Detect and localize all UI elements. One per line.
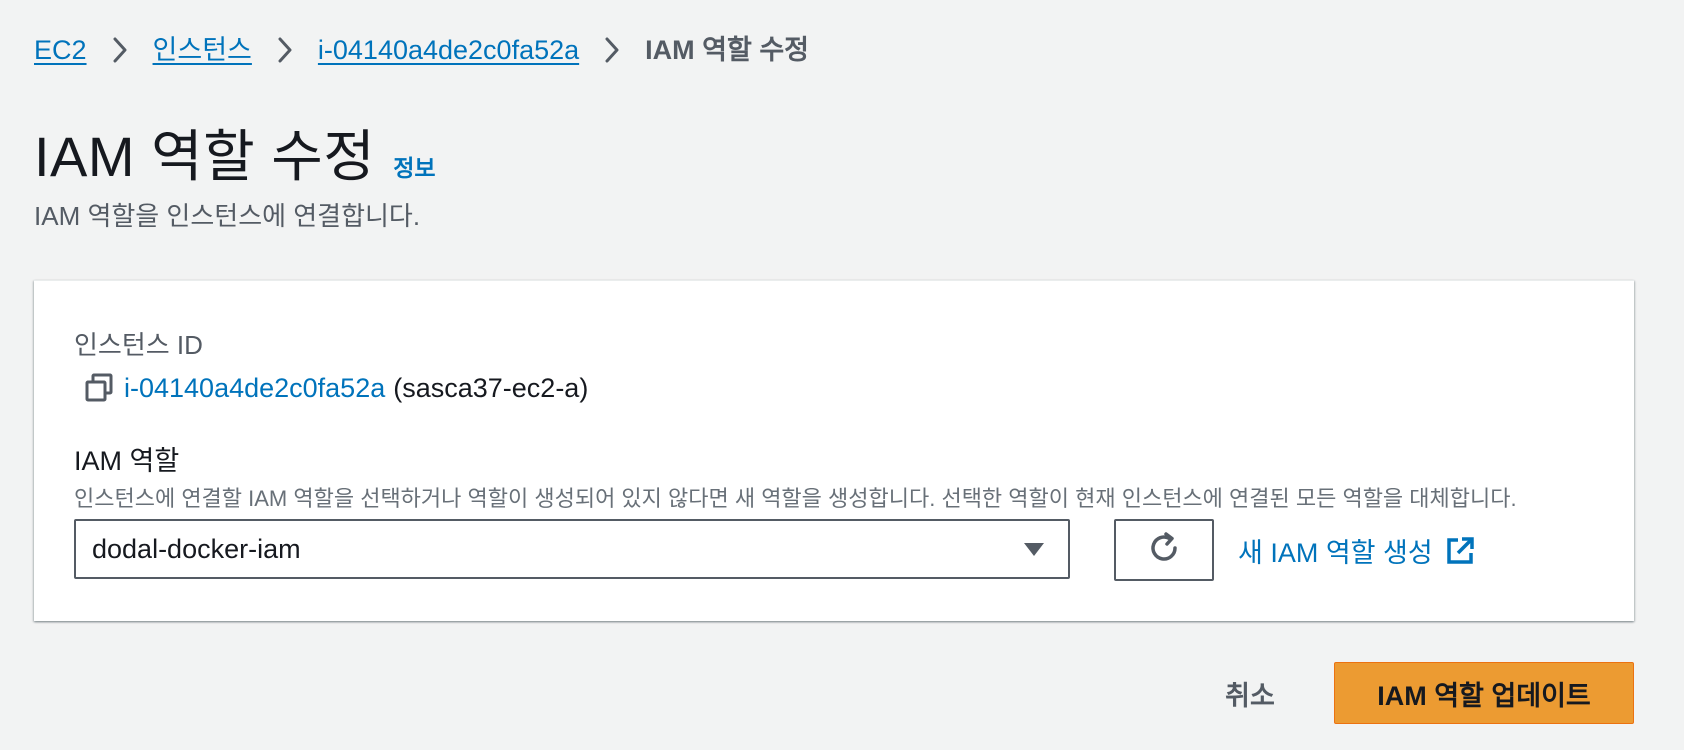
external-link-icon (1445, 536, 1475, 566)
iam-role-selected-value: dodal-docker-iam (92, 533, 301, 564)
chevron-right-icon (87, 30, 153, 70)
iam-role-description: 인스턴스에 연결할 IAM 역할을 선택하거나 역할이 생성되어 있지 않다면 … (74, 486, 1517, 511)
cancel-button[interactable]: 취소 (1205, 662, 1295, 724)
create-iam-role-label: 새 IAM 역할 생성 (1238, 538, 1433, 568)
breadcrumb-current: IAM 역할 수정 (645, 35, 809, 65)
instance-id-label: 인스턴스 ID (74, 330, 203, 360)
breadcrumb-ec2[interactable]: EC2 (34, 30, 87, 70)
iam-role-label: IAM 역할 (74, 446, 180, 476)
instance-id-link[interactable]: i-04140a4de2c0fa52a (124, 373, 385, 404)
create-iam-role-link[interactable]: 새 IAM 역할 생성 (1238, 531, 1475, 570)
instance-id-row: i-04140a4de2c0fa52a (sasca37-ec2-a) (82, 371, 588, 405)
breadcrumb-instance-id[interactable]: i-04140a4de2c0fa52a (318, 30, 579, 70)
breadcrumb: EC2 인스턴스 i-04140a4de2c0fa52a IAM 역할 수정 (34, 30, 809, 70)
instance-name: (sasca37-ec2-a) (393, 372, 589, 403)
update-iam-role-button[interactable]: IAM 역할 업데이트 (1334, 662, 1634, 724)
form-panel: 인스턴스 ID i-04140a4de2c0fa52a (sasca37-ec2… (34, 280, 1634, 621)
page-description: IAM 역할을 인스턴스에 연결합니다. (34, 201, 421, 231)
page-title: IAM 역할 수정 (34, 125, 376, 188)
info-link[interactable]: 정보 (393, 149, 435, 183)
chevron-right-icon (579, 30, 645, 70)
breadcrumb-instances[interactable]: 인스턴스 (153, 30, 252, 70)
copy-icon[interactable] (82, 371, 116, 405)
caret-down-icon (1020, 535, 1048, 563)
refresh-icon (1145, 529, 1183, 572)
page-header: IAM 역할 수정 정보 (34, 112, 436, 193)
refresh-button[interactable] (1114, 519, 1214, 581)
chevron-right-icon (252, 30, 318, 70)
iam-role-select[interactable]: dodal-docker-iam (74, 519, 1070, 579)
